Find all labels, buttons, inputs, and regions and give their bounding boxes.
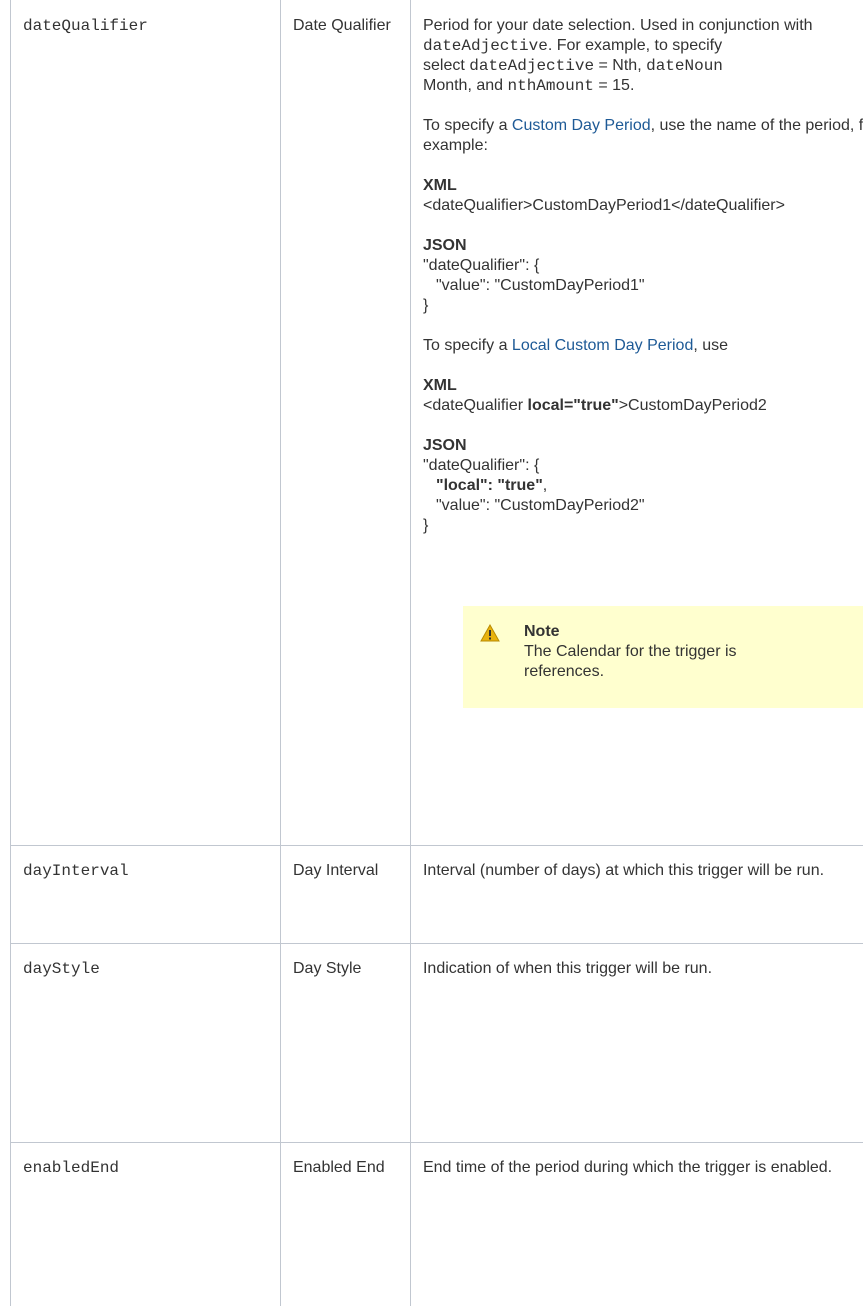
- property-name: dateQualifier: [23, 17, 148, 35]
- property-description-cell: Indication of when this trigger will be …: [409, 942, 863, 1143]
- xml-code: <dateQualifier local="true">CustomDayPer…: [422, 397, 767, 414]
- property-label-line: Day: [292, 861, 322, 879]
- json-heading: JSON: [422, 437, 467, 454]
- xml-example-2: XML <dateQualifier local="true">CustomDa…: [423, 376, 863, 416]
- property-label-line: End: [356, 1158, 385, 1176]
- property-label-cell: Day Interval: [279, 844, 411, 944]
- property-description-cell: Period for your date selection. Used in …: [409, 0, 863, 846]
- custom-day-period-link[interactable]: Custom Day Period: [512, 117, 651, 134]
- property-description: Indication of when this trigger will be …: [422, 959, 713, 977]
- note-title: Note: [523, 623, 560, 640]
- property-name: dayInterval: [23, 861, 129, 880]
- local-custom-day-period-link[interactable]: Local Custom Day Period: [512, 337, 693, 354]
- property-name-cell: enabledEnd: [10, 1141, 281, 1306]
- property-name-cell: dayInterval: [10, 844, 281, 944]
- table-row: enabledEnd Enabled End End time of the p…: [10, 1141, 863, 1306]
- property-name-cell: dayStyle: [10, 942, 281, 1143]
- property-label-cell: Enabled End: [279, 1141, 411, 1306]
- property-label-line: Date: [292, 17, 327, 34]
- property-label-cell: Day Style: [279, 942, 411, 1143]
- note-text: references.: [523, 663, 605, 680]
- property-description-cell: End time of the period during which the …: [409, 1141, 863, 1306]
- table-row: dayInterval Day Interval Interval (numbe…: [10, 844, 863, 944]
- property-label-line: Day Style: [292, 959, 362, 977]
- local-custom-day-period-paragraph: To specify a Local Custom Day Period, us…: [422, 337, 729, 354]
- property-label-cell: Date Qualifier: [279, 0, 411, 846]
- xml-heading: XML: [422, 377, 457, 394]
- json-example-2: JSON "dateQualifier": { "local": "true",…: [423, 436, 863, 536]
- xml-example-1: XML <dateQualifier>CustomDayPeriod1</dat…: [423, 176, 863, 216]
- property-label-line: Qualifier: [331, 17, 391, 34]
- property-description: End time of the period during which the …: [422, 1158, 833, 1176]
- note-text: The Calendar for the trigger is: [523, 643, 737, 660]
- properties-table: dateQualifier Date Qualifier Period for …: [10, 0, 863, 1306]
- property-label-line: Enabled: [292, 1158, 352, 1176]
- property-name: enabledEnd: [23, 1158, 120, 1177]
- json-example-1: JSON "dateQualifier": { "value": "Custom…: [423, 236, 863, 316]
- property-description: Interval (number of days) at which this …: [422, 861, 825, 879]
- xml-code: <dateQualifier>CustomDayPeriod1</dateQua…: [422, 197, 785, 214]
- table-row: dateQualifier Date Qualifier Period for …: [10, 0, 863, 846]
- property-label-line: Interval: [325, 861, 379, 879]
- custom-day-period-paragraph: To specify a Custom Day Period, use the …: [422, 117, 863, 154]
- json-heading: JSON: [422, 237, 467, 254]
- property-description-cell: Interval (number of days) at which this …: [409, 844, 863, 944]
- table-row: dayStyle Day Style Indication of when th…: [10, 942, 863, 1143]
- warning-icon: [480, 624, 500, 642]
- property-name: dayStyle: [23, 959, 100, 978]
- note-panel: Note The Calendar for the trigger is ref…: [462, 606, 863, 708]
- description-intro: Period for your date selection. Used in …: [422, 17, 813, 95]
- property-name-cell: dateQualifier: [10, 0, 281, 846]
- xml-heading: XML: [422, 177, 457, 194]
